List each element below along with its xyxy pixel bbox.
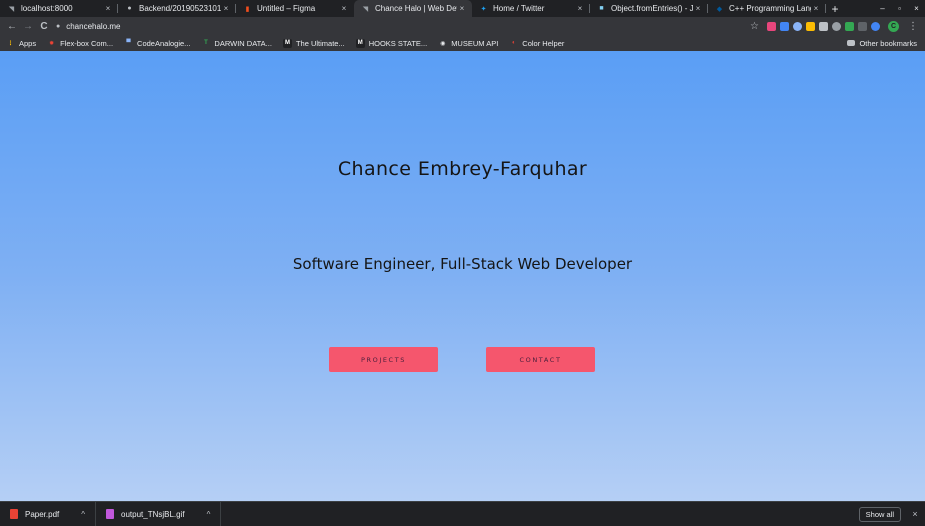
new-tab-button[interactable]: + [826, 0, 844, 17]
extension-icon[interactable] [845, 21, 854, 31]
window-controls: – ▫ × [874, 0, 925, 17]
tab-title: C++ Programming Langu [729, 4, 811, 13]
show-all-button[interactable]: Show all [858, 506, 901, 522]
bookmark-label: The Ultimate... [295, 38, 345, 48]
museum-icon: ◉ [440, 40, 446, 47]
download-filename: output_TNsjBL.gif [121, 509, 185, 519]
tab-title: Home / Twitter [493, 4, 545, 13]
tab-close-icon[interactable]: × [457, 4, 467, 13]
bookmark-item[interactable]: T DARWIN DATA... [201, 39, 272, 48]
other-bookmarks-label: Other bookmarks [859, 38, 917, 48]
browser-tab[interactable]: ● Backend/20190523101821× [118, 0, 236, 17]
extension-icon[interactable] [806, 21, 815, 31]
browser-toolbar: ← → C ● chancehalo.me ☆ C ⋮ [0, 17, 925, 35]
bookmark-star-icon[interactable]: ☆ [750, 21, 759, 32]
apps-grid-icon: ⋮ [7, 40, 14, 47]
bookmark-item[interactable]: ▀ CodeAnalogie... [124, 39, 190, 48]
tab-title: Chance Halo | Web Devel [375, 4, 457, 13]
bookmark-item[interactable]: ◉ MUSEUM API [438, 39, 498, 48]
profile-avatar[interactable]: C [888, 20, 899, 32]
tab-title: Untitled – Figma [257, 4, 316, 13]
flexbox-icon: ✹ [49, 40, 55, 47]
localhost-icon: ◥ [8, 5, 15, 13]
site-icon: ◥ [362, 5, 369, 13]
pdf-file-icon [10, 509, 18, 519]
bookmarks-bar: ⋮ Apps ✹ Flex-box Com... ▀ CodeAnalogie... T DA… [0, 35, 925, 51]
close-window-icon[interactable]: × [908, 4, 925, 13]
other-bookmarks[interactable]: Other bookmarks [847, 39, 917, 48]
folder-icon [847, 40, 856, 46]
extension-icon[interactable] [832, 21, 841, 31]
tab-title: Object.fromEntries() - Ja [611, 4, 693, 13]
extension-icon[interactable] [819, 21, 828, 31]
bookmark-item[interactable]: M The Ultimate... [282, 38, 345, 48]
bookmark-item[interactable]: ◐ Color Helper [509, 39, 564, 48]
github-icon: ● [127, 5, 132, 12]
extension-icon[interactable] [793, 21, 802, 31]
codeanalogies-icon: ▀ [126, 40, 131, 46]
extensions-area: ☆ C [750, 20, 899, 32]
hero-name: Chance Embrey-Farquhar [337, 158, 588, 180]
download-item[interactable]: Paper.pdf ^ [0, 501, 97, 526]
tab-strip: ◥localhost:8000×●Backend/20190523101821×… [0, 0, 925, 17]
forward-icon[interactable]: → [20, 18, 36, 34]
menu-icon[interactable]: ⋮ [905, 18, 921, 34]
address-bar[interactable]: ● chancehalo.me ☆ C [56, 19, 899, 33]
cpp-icon: ◆ [716, 5, 723, 13]
web-page: Chance Embrey-Farquhar Software Engineer… [0, 51, 925, 501]
contact-button[interactable]: CONTACT [486, 347, 595, 372]
bookmark-label: CodeAnalogie... [137, 38, 191, 48]
lock-icon[interactable]: ● [56, 23, 60, 30]
bookmark-item[interactable]: ⋮ Apps [6, 38, 37, 48]
download-shelf: Paper.pdf ^ output_TNsjBL.gif ^ Show all × [0, 501, 925, 526]
color-helper-icon: ◐ [511, 40, 516, 46]
extension-icon[interactable] [858, 21, 867, 31]
bookmark-label: Color Helper [522, 38, 565, 48]
browser-tab[interactable]: ◥ Chance Halo | Web Devel× [354, 0, 472, 17]
tab-close-icon[interactable]: × [103, 4, 113, 13]
tab-close-icon[interactable]: × [693, 4, 703, 13]
hero-subtitle: Software Engineer, Full-Stack Web Develo… [292, 255, 633, 273]
bookmark-label: Apps [19, 38, 37, 48]
reload-icon[interactable]: C [36, 18, 52, 34]
browser-tab[interactable]: ▮ Untitled – Figma × [236, 0, 354, 17]
sheets-icon: T [204, 40, 208, 46]
chevron-up-icon[interactable]: ^ [207, 510, 211, 519]
twitter-icon: ✦ [480, 5, 487, 13]
chevron-up-icon[interactable]: ^ [81, 510, 85, 519]
tab-title: Backend/20190523101821 [139, 4, 221, 13]
figma-icon: ▮ [245, 5, 250, 13]
close-icon[interactable]: × [907, 509, 923, 519]
projects-button[interactable]: PROJECTS [329, 347, 438, 372]
tab-close-icon[interactable]: × [339, 4, 349, 13]
url-text: chancehalo.me [66, 21, 121, 31]
minimize-icon[interactable]: – [874, 4, 891, 13]
bookmark-item[interactable]: M HOOKS STATE... [355, 38, 428, 48]
extension-icon[interactable] [767, 21, 776, 31]
browser-tab[interactable]: ✦ Home / Twitter × [472, 0, 590, 17]
tab-title: localhost:8000 [21, 4, 73, 13]
medium-icon: M [355, 38, 365, 48]
browser-tab[interactable]: ◥ localhost:8000 × [0, 0, 118, 17]
back-icon[interactable]: ← [4, 18, 20, 34]
browser-tab[interactable]: ■ Object.fromEntries() - Ja × [590, 0, 708, 17]
extension-icon[interactable] [871, 21, 880, 31]
tab-close-icon[interactable]: × [221, 4, 231, 13]
maximize-icon[interactable]: ▫ [891, 4, 908, 13]
extension-icon[interactable] [780, 21, 789, 31]
bookmark-item[interactable]: ✹ Flex-box Com... [47, 39, 113, 48]
download-item[interactable]: output_TNsjBL.gif ^ [96, 501, 222, 526]
bookmark-label: HOOKS STATE... [368, 38, 428, 48]
bookmark-label: Flex-box Com... [60, 38, 114, 48]
tab-close-icon[interactable]: × [811, 4, 821, 13]
browser-tab[interactable]: ◆ C++ Programming Langu × [708, 0, 826, 17]
mdn-icon: ■ [599, 5, 604, 12]
medium-icon: M [282, 38, 292, 48]
bookmark-label: MUSEUM API [451, 38, 499, 48]
bookmark-label: DARWIN DATA... [214, 38, 272, 48]
gif-file-icon [106, 509, 115, 519]
download-filename: Paper.pdf [25, 509, 60, 519]
tab-close-icon[interactable]: × [575, 4, 585, 13]
